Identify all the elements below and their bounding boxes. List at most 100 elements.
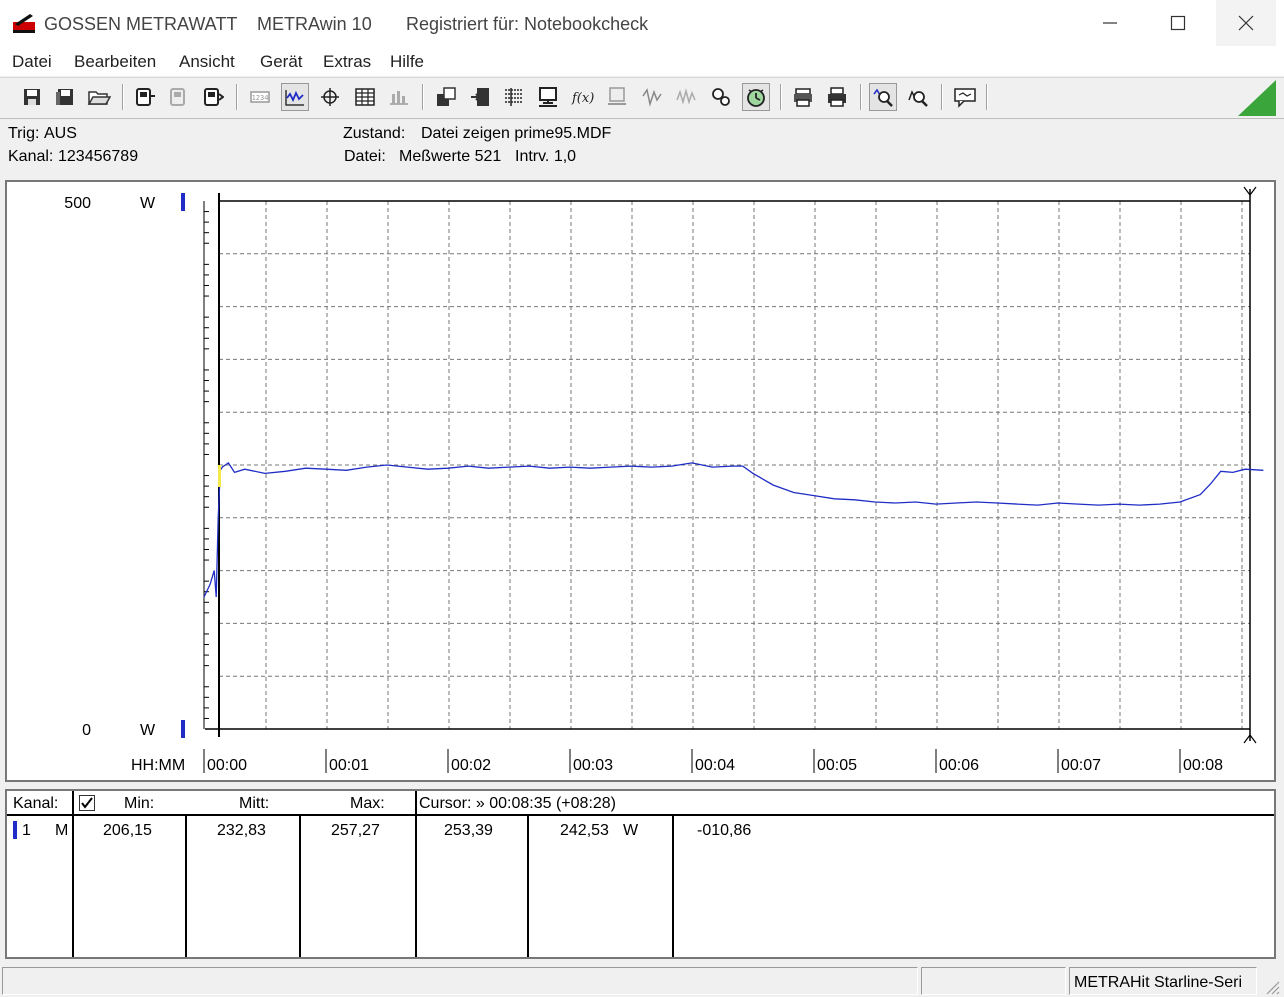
brand-title: GOSSEN METRAWATT: [44, 14, 238, 34]
menu-extras[interactable]: Extras: [323, 52, 371, 72]
zustand-value: Datei zeigen prime95.MDF: [421, 125, 612, 142]
menu-bearbeiten[interactable]: Bearbeiten: [74, 52, 156, 72]
memory-button[interactable]: [603, 83, 631, 111]
x-tick-label: 00:05: [817, 757, 857, 774]
bars-view-icon: [390, 91, 408, 105]
trig-value: AUS: [44, 125, 77, 142]
export-button[interactable]: [432, 83, 460, 111]
table-column-divider: [185, 816, 187, 957]
save-all-button[interactable]: [51, 83, 79, 111]
chart-panel[interactable]: 500 W 0 W HH:MM 00:00 00:01 00:02 00:03 00:04 00:0…: [5, 180, 1276, 782]
toolbar-separator: [236, 84, 238, 110]
table-column-divider: [527, 816, 529, 957]
row-min: 206,15: [103, 822, 152, 839]
status-triangle-icon: [1238, 80, 1276, 116]
signal-icon: [642, 88, 662, 107]
print-button[interactable]: [823, 83, 851, 111]
header-checkbox[interactable]: [79, 795, 95, 811]
bars-view-button[interactable]: [385, 83, 413, 111]
message-button[interactable]: [951, 83, 979, 111]
device-write-button[interactable]: [199, 83, 227, 111]
computer-button[interactable]: [534, 83, 562, 111]
device-read-icon: [136, 88, 155, 106]
max-header: Max:: [350, 795, 385, 812]
toolbar-separator: [986, 84, 988, 110]
menu-hilfe[interactable]: Hilfe: [390, 52, 424, 72]
table-header-divider: [7, 814, 1274, 816]
settings-button[interactable]: [707, 83, 735, 111]
zoom-out-button[interactable]: [904, 83, 932, 111]
y-unit-label: W: [140, 722, 156, 739]
resize-grip-icon[interactable]: [1262, 977, 1280, 995]
signal-disabled-icon: [676, 88, 696, 105]
crosshair-button[interactable]: [316, 83, 344, 111]
close-button[interactable]: [1216, 0, 1276, 46]
channel-color-marker: [13, 821, 17, 839]
print-preview-button[interactable]: [789, 83, 817, 111]
device-read-button[interactable]: [131, 83, 159, 111]
signal-button[interactable]: [638, 83, 666, 111]
menu-bar: Datei Bearbeiten Ansicht Gerät Extras Hi…: [0, 48, 1284, 76]
signal-disabled-button[interactable]: [672, 83, 700, 111]
toolbar-separator: [941, 84, 943, 110]
y-scale-marker-top: [181, 193, 185, 211]
row-value2: 242,53: [560, 822, 609, 839]
table-view-button[interactable]: [351, 83, 379, 111]
table-view-icon: [355, 88, 375, 106]
config-button[interactable]: [500, 83, 528, 111]
save-icon: [24, 89, 40, 105]
mitt-header: Mitt:: [239, 795, 270, 812]
menu-datei[interactable]: Datei: [12, 52, 52, 72]
datei-label: Datei:: [344, 148, 386, 165]
open-button[interactable]: [85, 83, 113, 111]
toolbar-separator: [780, 84, 782, 110]
gossen-metrawatt-logo-icon: [13, 14, 35, 33]
x-tick-label: 00:07: [1061, 757, 1101, 774]
formula-button[interactable]: f(x): [569, 83, 597, 111]
row-unit: W: [623, 822, 639, 839]
zoom-in-button[interactable]: [869, 83, 897, 111]
counter-icon: 1234: [250, 91, 270, 103]
waveform-view-button[interactable]: [281, 83, 309, 111]
measurement-table: Kanal: Min: Mitt: Max: Cursor: » 00:08:3…: [5, 789, 1276, 959]
zustand-label: Zustand:: [343, 125, 406, 142]
y-top-label: 500: [64, 195, 91, 212]
minimize-icon: [1103, 22, 1117, 24]
save-button[interactable]: [18, 83, 46, 111]
kanal-value: 123456789: [58, 148, 139, 165]
maximize-icon: [1170, 15, 1186, 31]
table-column-divider: [72, 791, 74, 957]
zoom-out-icon: [908, 90, 928, 107]
checkmark-icon: [81, 797, 93, 809]
x-tick-label: 00:00: [207, 757, 247, 774]
y-scale-marker-bottom: [181, 720, 185, 738]
row-cursor-value: 253,39: [444, 822, 493, 839]
min-header: Min:: [124, 795, 155, 812]
waveform-view-icon: [285, 90, 304, 106]
import-button[interactable]: [466, 83, 494, 111]
row-mitt: 232,83: [217, 822, 266, 839]
formula-icon: f(x): [571, 91, 594, 106]
x-tick-label: 00:06: [939, 757, 979, 774]
status-panel-mid: [921, 967, 1066, 995]
start-marker: [218, 465, 221, 487]
minimize-button[interactable]: [1080, 0, 1140, 46]
status-bar: METRAHit Starline-Seri: [0, 965, 1284, 997]
svg-text:1234: 1234: [252, 94, 269, 102]
counter-button[interactable]: 1234: [246, 83, 274, 111]
print-preview-icon: [794, 88, 812, 107]
power-chart[interactable]: 500 W 0 W HH:MM 00:00 00:01 00:02 00:03 00:04 00:0…: [7, 182, 1274, 780]
y-unit-label: W: [140, 195, 156, 212]
device-write-icon: [204, 88, 224, 106]
app-title: METRAwin 10: [257, 14, 372, 34]
status-panel-main: [2, 967, 918, 995]
toolbar: 1234 f(x): [0, 77, 1284, 119]
timer-button[interactable]: [742, 83, 770, 111]
y-bottom-label: 0: [82, 722, 91, 739]
table-column-divider: [415, 791, 417, 957]
x-tick-label: 00:03: [573, 757, 613, 774]
menu-geraet[interactable]: Gerät: [260, 52, 303, 72]
device-disabled-button[interactable]: [165, 83, 193, 111]
menu-ansicht[interactable]: Ansicht: [179, 52, 235, 72]
maximize-button[interactable]: [1148, 0, 1208, 46]
